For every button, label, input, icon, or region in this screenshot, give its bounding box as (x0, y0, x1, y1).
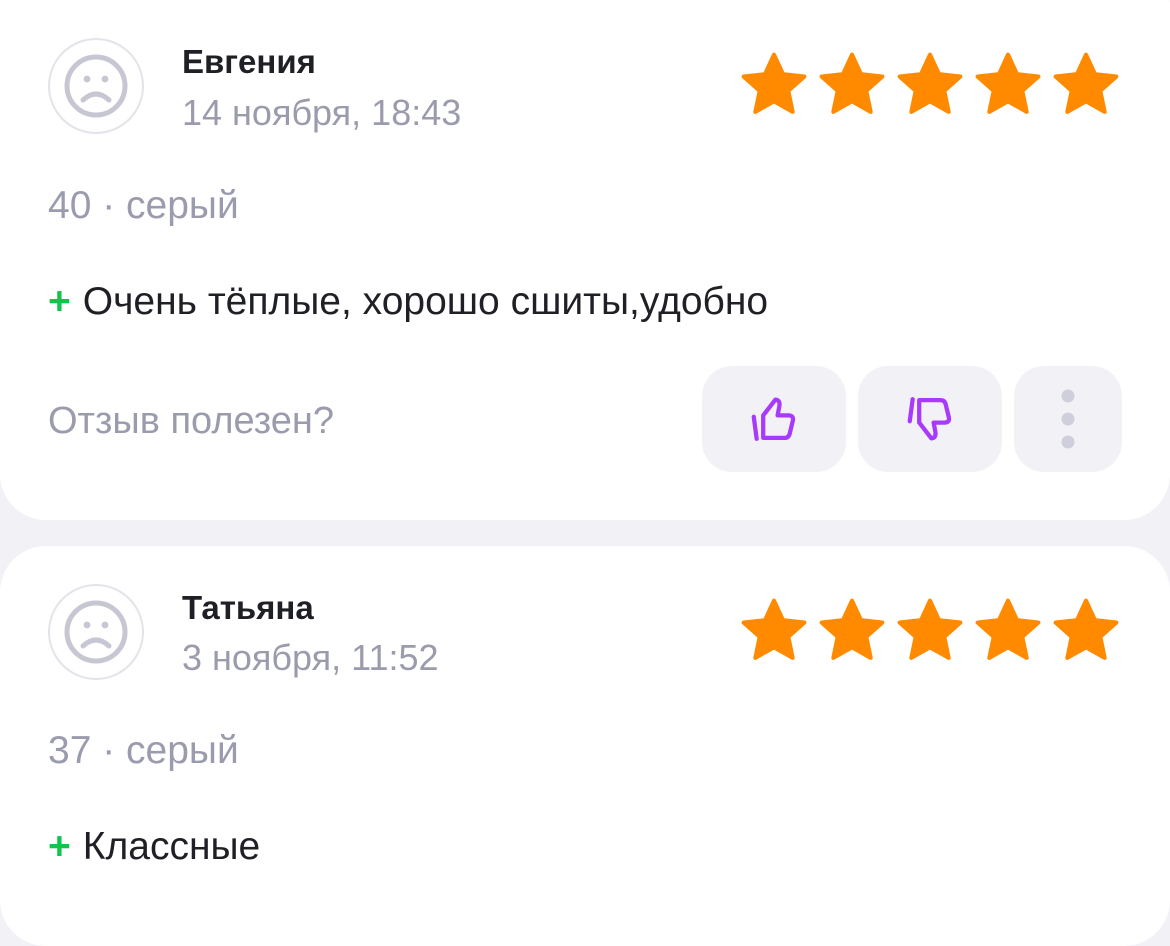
author-name: Татьяна (182, 589, 314, 626)
thumbs-down-icon (907, 397, 952, 441)
star-icon (819, 52, 885, 114)
dislike-button[interactable] (858, 366, 1002, 472)
plus-marker: + (48, 280, 71, 323)
review-card: Евгения 14 ноября, 18:43 40 · серый + Оче… (0, 0, 1170, 520)
rating-stars (738, 596, 1122, 666)
sad-face-icon (64, 54, 128, 118)
review-card: Татьяна 3 ноября, 11:52 37 · серый + Клас… (0, 546, 1170, 946)
star-icon (897, 598, 963, 660)
star-icon (897, 52, 963, 114)
product-params: 37 · серый (48, 729, 239, 772)
star-icon (1053, 598, 1119, 660)
more-vertical-icon (1061, 389, 1075, 449)
star-icon (1053, 52, 1119, 114)
review-date: 14 ноября, 18:43 (182, 92, 462, 133)
review-pros: + Очень тёплые, хорошо сшиты,удобно (48, 278, 768, 326)
thumbs-up-icon (751, 397, 796, 441)
like-button[interactable] (702, 366, 846, 472)
rating-stars (738, 50, 1122, 120)
star-icon (819, 598, 885, 660)
more-button[interactable] (1014, 366, 1122, 472)
star-icon (975, 598, 1041, 660)
avatar (48, 38, 144, 134)
author-name: Евгения (182, 43, 316, 80)
star-icon (741, 52, 807, 114)
plus-marker: + (48, 825, 71, 868)
sad-face-icon (64, 600, 128, 664)
star-icon (975, 52, 1041, 114)
star-icon (741, 598, 807, 660)
product-params: 40 · серый (48, 184, 239, 227)
review-pros: + Классные (48, 823, 260, 871)
pros-text: Очень тёплые, хорошо сшиты,удобно (82, 280, 769, 323)
review-date: 3 ноября, 11:52 (182, 637, 439, 678)
avatar (48, 584, 144, 680)
pros-text: Классные (82, 825, 261, 868)
helpful-prompt: Отзыв полезен? (48, 400, 335, 442)
